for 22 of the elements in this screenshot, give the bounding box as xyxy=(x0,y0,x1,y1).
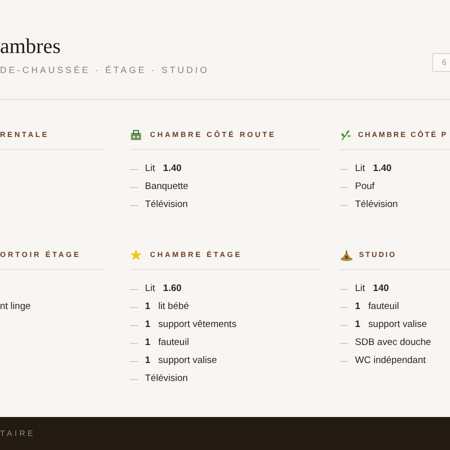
subtitle: DE-CHAUSSÉE · ÉTAGE · STUDIO xyxy=(0,64,210,77)
amenity-text: Télévision xyxy=(145,372,188,386)
amenity-text: WC indépendant xyxy=(355,354,426,368)
amenity-text: 1 lit bébé xyxy=(145,300,189,314)
page-title: ambres xyxy=(0,34,62,58)
amenity-text: Pouf xyxy=(355,180,375,194)
amenity-text: 1 support valise xyxy=(145,354,217,368)
amenity-text: Lit 1.60 xyxy=(145,282,182,296)
amenity-text: 1 fauteuil xyxy=(145,336,189,350)
amenity-text: 1 fauteuil xyxy=(355,300,399,314)
amenity-text: Télévision xyxy=(145,198,188,212)
amenity-text: Lit 1.40 xyxy=(145,162,182,176)
amenity-text: 1 support valise xyxy=(355,318,427,332)
amenity-text: Télévision xyxy=(355,198,398,212)
count-badge: 6 xyxy=(432,53,450,72)
amenity-text: Lit 1.40 xyxy=(355,162,392,176)
amenity-text: Banquette xyxy=(145,180,188,194)
amenity-text: Lit 140 xyxy=(355,282,389,296)
footer-text: TAIRE xyxy=(0,428,36,440)
amenity-text: nt linge xyxy=(0,300,31,314)
amenity-text: SDB avec douche xyxy=(355,336,432,350)
amenity-text: 1 support vêtements xyxy=(145,318,236,332)
